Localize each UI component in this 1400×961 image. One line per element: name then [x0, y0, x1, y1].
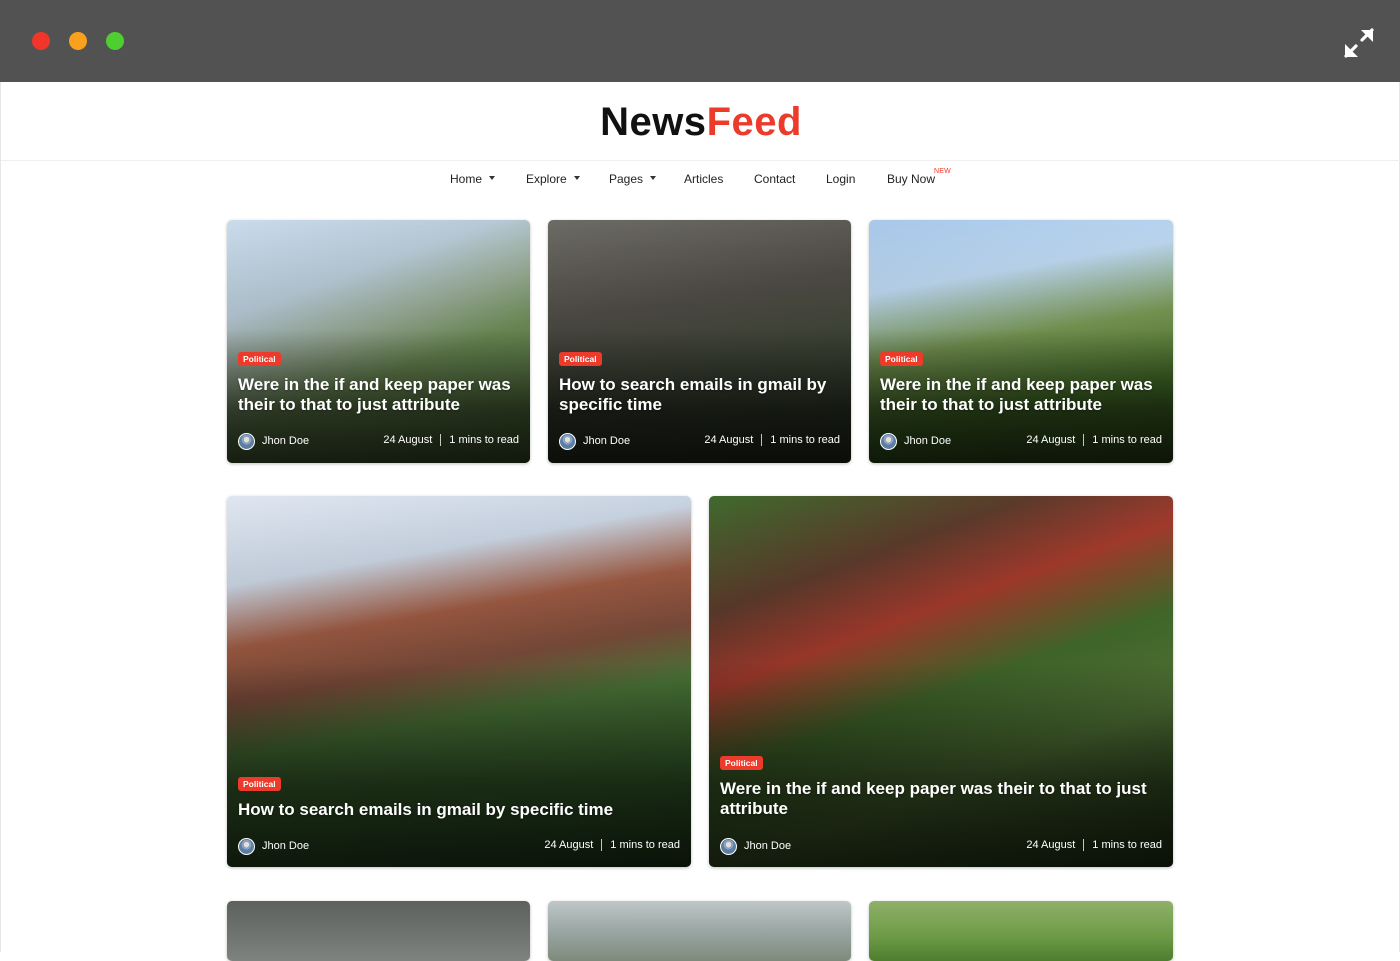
article-meta: 24 August 1 mins to read [544, 838, 680, 852]
nav-item-home[interactable]: Home [450, 172, 496, 186]
article-date: 24 August [1026, 434, 1076, 446]
read-time: 1 mins to read [1092, 839, 1162, 851]
category-badge[interactable]: Political [238, 352, 281, 366]
nav-label: Buy Now [887, 172, 936, 186]
header-divider [1, 160, 1400, 161]
article-date: 24 August [544, 839, 594, 851]
author-name: Jhon Doe [262, 840, 310, 852]
avatar [238, 432, 255, 450]
nav-item-buy-now[interactable]: Buy Now NEW [887, 168, 951, 186]
article-author[interactable]: Jhon Doe [238, 837, 309, 855]
article-meta: 24 August 1 mins to read [1026, 838, 1162, 852]
author-name: Jhon Doe [262, 435, 310, 447]
read-time: 1 mins to read [770, 434, 840, 446]
logo-news: News [600, 100, 707, 144]
close-window-button[interactable] [32, 32, 50, 50]
article-card[interactable] [869, 901, 1173, 961]
read-time: 1 mins to read [610, 839, 680, 851]
chevron-down-icon [573, 175, 580, 180]
article-meta: 24 August 1 mins to read [704, 433, 840, 447]
page: NewsFeed Home Explore Pages Articles Con… [0, 82, 1400, 961]
category-badge[interactable]: Political [559, 352, 602, 366]
nav-label: Articles [684, 172, 724, 186]
article-meta: 24 August 1 mins to read [383, 433, 519, 447]
nav-label: Contact [754, 172, 796, 186]
nav-item-login[interactable]: Login [826, 172, 855, 186]
avatar [880, 432, 897, 450]
article-card[interactable]: Political Were in the if and keep paper … [869, 220, 1173, 463]
article-image [869, 901, 1173, 961]
article-card-large[interactable]: Political Were in the if and keep paper … [709, 496, 1173, 867]
article-card[interactable]: Political Were in the if and keep paper … [227, 220, 530, 463]
avatar [559, 432, 576, 450]
read-time: 1 mins to read [449, 434, 519, 446]
author-name: Jhon Doe [904, 435, 952, 447]
article-date: 24 August [383, 434, 433, 446]
avatar [238, 837, 255, 855]
article-card[interactable] [548, 901, 851, 961]
author-name: Jhon Doe [583, 435, 631, 447]
chevron-down-icon [489, 175, 496, 180]
expand-arrows-icon[interactable] [1342, 26, 1376, 60]
nav-label: Pages [609, 172, 644, 186]
category-badge[interactable]: Political [720, 756, 763, 770]
article-card[interactable] [227, 901, 530, 961]
article-author[interactable]: Jhon Doe [238, 432, 309, 450]
article-title[interactable]: Were in the if and keep paper was their … [238, 375, 528, 415]
browser-titlebar [0, 0, 1400, 82]
article-author[interactable]: Jhon Doe [559, 432, 630, 450]
article-title[interactable]: Were in the if and keep paper was their … [880, 375, 1170, 415]
article-meta: 24 August 1 mins to read [1026, 433, 1162, 447]
zoom-window-button[interactable] [106, 32, 124, 50]
article-title[interactable]: Were in the if and keep paper was their … [720, 779, 1165, 819]
logo-feed: Feed [706, 100, 802, 144]
nav-label: Home [450, 172, 483, 186]
nav-item-contact[interactable]: Contact [754, 172, 795, 186]
article-card[interactable]: Political How to search emails in gmail … [548, 220, 851, 463]
minimize-window-button[interactable] [69, 32, 87, 50]
article-card-large[interactable]: Political How to search emails in gmail … [227, 496, 691, 867]
nav-item-explore[interactable]: Explore [526, 172, 580, 186]
article-image [227, 901, 530, 961]
article-title[interactable]: How to search emails in gmail by specifi… [238, 800, 678, 820]
article-author[interactable]: Jhon Doe [880, 432, 951, 450]
article-date: 24 August [704, 434, 754, 446]
article-author[interactable]: Jhon Doe [720, 837, 791, 855]
article-title[interactable]: How to search emails in gmail by specifi… [559, 375, 849, 415]
category-badge[interactable]: Political [238, 777, 281, 791]
chevron-down-icon [650, 175, 657, 180]
author-name: Jhon Doe [744, 840, 792, 852]
site-logo[interactable]: NewsFeed [1, 100, 1400, 145]
category-badge[interactable]: Political [880, 352, 923, 366]
nav-item-articles[interactable]: Articles [684, 172, 723, 186]
article-image [548, 901, 851, 961]
article-date: 24 August [1026, 839, 1076, 851]
nav-label: Explore [526, 172, 567, 186]
avatar [720, 837, 737, 855]
read-time: 1 mins to read [1092, 434, 1162, 446]
nav-label: Login [826, 172, 856, 186]
nav-item-pages[interactable]: Pages [609, 172, 657, 186]
new-badge: NEW [934, 168, 951, 175]
main-nav: Home Explore Pages Articles Contact Logi… [1, 168, 1400, 192]
